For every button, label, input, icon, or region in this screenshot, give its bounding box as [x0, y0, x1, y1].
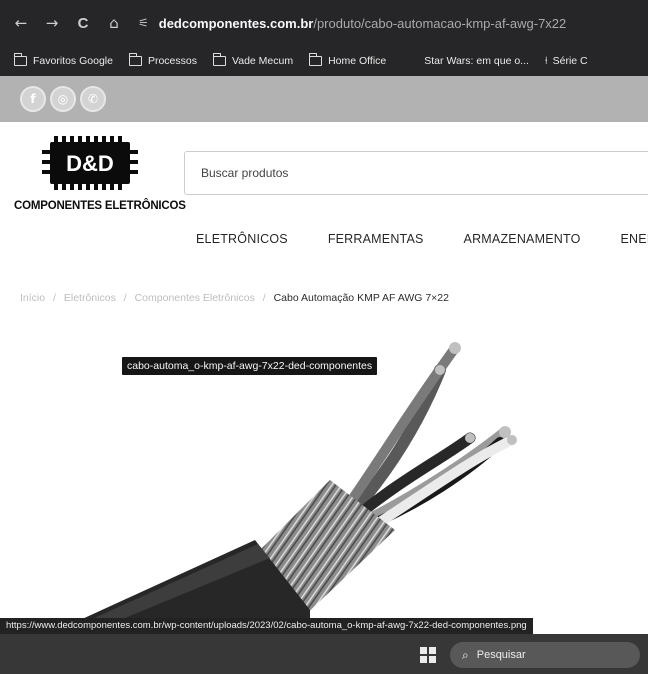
bookmark-label: Home Office: [328, 55, 387, 67]
whatsapp-icon[interactable]: ✆: [80, 86, 106, 112]
menu-item-energia[interactable]: ENERG: [621, 232, 648, 246]
url-host: dedcomponentes.com.br: [158, 15, 314, 31]
folder-icon: [14, 53, 27, 66]
bookmark-label: Série C: [552, 55, 588, 67]
url-path: /produto/cabo-automacao-kmp-af-awg-7x22: [313, 15, 567, 31]
bookmark-star-wars[interactable]: Star Wars: em que o...: [424, 55, 529, 67]
bookmark-label: Vade Mecum: [232, 55, 294, 67]
bookmarks-bar: Favoritos Google Processos Vade Mecum Ho…: [0, 46, 648, 76]
bookmark-home-office[interactable]: Home Office: [309, 53, 387, 67]
reload-icon[interactable]: C: [72, 12, 94, 34]
menu-item-armazenamento[interactable]: ARMAZENAMENTO: [464, 232, 581, 246]
breadcrumb-separator: /: [123, 292, 127, 304]
breadcrumb-current: Cabo Automação KMP AF AWG 7×22: [273, 292, 449, 304]
bookmark-vade-mecum[interactable]: Vade Mecum: [213, 53, 294, 67]
search-placeholder: Buscar produtos: [201, 166, 289, 180]
back-arrow-icon[interactable]: ←: [10, 12, 32, 34]
logo-text: COMPONENTES ELETRÔNICOS: [14, 200, 186, 212]
breadcrumb-link-componentes[interactable]: Componentes Eletrônicos: [135, 292, 255, 304]
url-field[interactable]: ⚟ dedcomponentes.com.br /produto/cabo-au…: [138, 16, 566, 31]
main-menu: ELETRÔNICOS FERRAMENTAS ARMAZENAMENTO EN…: [196, 232, 648, 246]
bookmark-label: Star Wars: em que o...: [424, 55, 529, 67]
breadcrumb-link-inicio[interactable]: Início: [20, 292, 45, 304]
breadcrumb-separator: /: [262, 292, 266, 304]
folder-icon: [128, 53, 142, 66]
bookmark-label: Processos: [147, 55, 197, 67]
bookmark-serie[interactable]: ⍿ Série C: [545, 55, 588, 68]
chip-logo-icon: D&D: [42, 136, 138, 190]
link-status-url: https://www.dedcomponentes.com.br/wp-con…: [0, 618, 533, 634]
menu-item-eletronicos[interactable]: ELETRÔNICOS: [196, 232, 288, 246]
product-search-input[interactable]: Buscar produtos: [184, 151, 648, 195]
site-settings-icon[interactable]: ⚟: [138, 16, 149, 30]
breadcrumb: Início / Eletrônicos / Componentes Eletr…: [20, 292, 449, 304]
taskbar-search[interactable]: ⌕ Pesquisar: [450, 642, 640, 668]
os-taskbar: ⌕ Pesquisar: [0, 634, 648, 674]
home-icon[interactable]: ⌂: [103, 12, 125, 34]
bookmark-processos[interactable]: Processos: [128, 53, 197, 67]
breadcrumb-link-eletronicos[interactable]: Eletrônicos: [64, 292, 116, 304]
taskbar-search-label: Pesquisar: [476, 649, 526, 661]
logo-mark: D&D: [66, 151, 114, 176]
site-logo[interactable]: D&D COMPONENTES ELETRÔNICOS: [14, 130, 186, 220]
breadcrumb-separator: /: [53, 292, 56, 304]
menu-item-ferramentas[interactable]: FERRAMENTAS: [328, 232, 424, 246]
bookmark-favoritos-google[interactable]: Favoritos Google: [14, 53, 113, 67]
social-bar: f ◎ ✆: [0, 76, 648, 122]
facebook-icon[interactable]: f: [20, 86, 46, 112]
forward-arrow-icon[interactable]: →: [41, 12, 63, 34]
folder-icon: [309, 53, 323, 66]
bookmark-pin-icon: ⍿: [544, 54, 548, 67]
bookmark-label: Favoritos Google: [33, 55, 113, 67]
windows-start-icon[interactable]: [420, 647, 436, 663]
image-tooltip: cabo-automa_o-kmp-af-awg-7x22-ded-compon…: [122, 357, 378, 375]
search-icon: ⌕: [462, 647, 469, 662]
browser-address-bar: ← → C ⌂ ⚟ dedcomponentes.com.br /produto…: [0, 0, 648, 46]
folder-icon: [213, 53, 226, 66]
instagram-icon[interactable]: ◎: [50, 86, 76, 112]
